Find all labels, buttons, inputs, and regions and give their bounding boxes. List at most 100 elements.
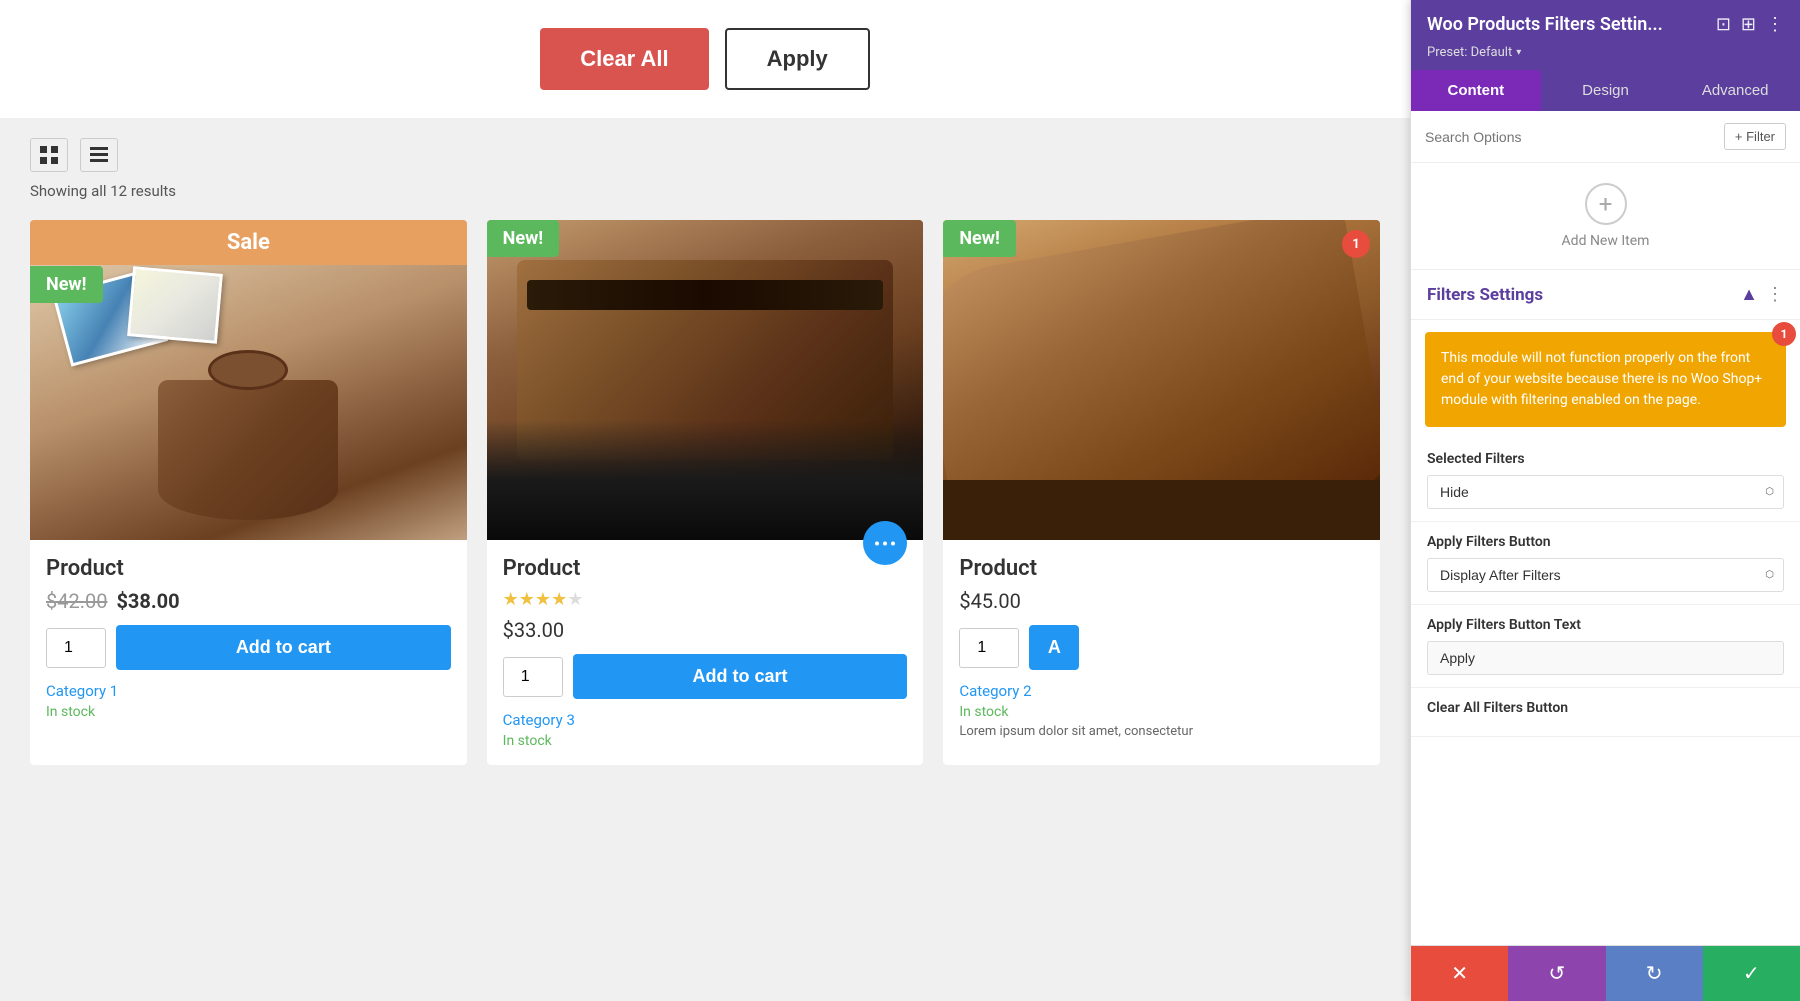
grid-icon [39, 145, 59, 165]
undo-button[interactable]: ↺ [1508, 946, 1605, 1001]
product-info: Product $42.00 $38.00 Add to cart Catego… [30, 540, 467, 736]
tab-design[interactable]: Design [1541, 70, 1671, 111]
product-stock: In stock [959, 704, 1364, 720]
warning-box: This module will not function properly o… [1425, 332, 1786, 427]
more-options-button[interactable] [863, 521, 907, 565]
panel-header-icons: ⊡ ⊞ ⋮ [1716, 14, 1784, 35]
price-new: $38.00 [116, 589, 179, 613]
section-more-icon[interactable]: ⋮ [1766, 284, 1784, 305]
apply-filters-text-field: Apply Filters Button Text [1411, 605, 1800, 688]
panel-body: + Add New Item Filters Settings ▲ ⋮ This… [1411, 163, 1800, 945]
tab-advanced[interactable]: Advanced [1670, 70, 1800, 111]
view-controls [30, 138, 1380, 172]
new-badge: New! [30, 266, 103, 303]
clear-all-filters-field: Clear All Filters Button [1411, 688, 1800, 737]
panel-title: Woo Products Filters Settin... [1427, 14, 1663, 35]
product-actions: Add to cart [46, 625, 451, 670]
selected-filters-select[interactable]: Hide Show [1427, 475, 1784, 509]
product-actions: A [959, 625, 1364, 670]
product-description: Lorem ipsum dolor sit amet, consectetur [959, 724, 1364, 739]
add-to-cart-button[interactable]: Add to cart [573, 654, 908, 699]
ellipsis-icon [875, 541, 895, 546]
product-actions: Add to cart [503, 654, 908, 699]
quantity-input[interactable] [959, 628, 1019, 668]
more-icon[interactable]: ⋮ [1766, 14, 1784, 35]
warning-badge: 1 [1772, 322, 1796, 346]
apply-filters-text-label: Apply Filters Button Text [1427, 617, 1784, 633]
new-badge: New! [943, 220, 1016, 257]
focus-icon[interactable]: ⊡ [1716, 14, 1731, 35]
main-content: Clear All Apply Showing all 12 [0, 0, 1410, 1001]
product-name: Product [503, 556, 908, 581]
product-name: Product [959, 556, 1364, 581]
product-name: Product [46, 556, 451, 581]
apply-button[interactable]: Apply [725, 28, 870, 90]
add-to-cart-button[interactable]: A [1029, 625, 1079, 670]
warning-text: This module will not function properly o… [1441, 350, 1762, 408]
notification-badge: 1 [1342, 230, 1370, 258]
search-options-bar: + Filter [1411, 111, 1800, 163]
product-image: Sale New! [30, 220, 467, 540]
quantity-input[interactable] [503, 657, 563, 697]
layout-icon[interactable]: ⊞ [1741, 14, 1756, 35]
products-grid: Sale New! Product [30, 220, 1380, 765]
panel-header: Woo Products Filters Settin... ⊡ ⊞ ⋮ Pre… [1411, 0, 1800, 70]
product-image: New! [487, 220, 924, 540]
quantity-input[interactable] [46, 628, 106, 668]
add-new-item-label: Add New Item [1562, 233, 1650, 249]
apply-filters-button-label: Apply Filters Button [1427, 534, 1784, 550]
tab-content[interactable]: Content [1411, 70, 1541, 111]
product-card: Sale New! Product [30, 220, 467, 765]
panel-footer: ✕ ↺ ↻ ✓ [1411, 945, 1800, 1001]
apply-filters-button-field: Apply Filters Button Display After Filte… [1411, 522, 1800, 605]
clear-all-button[interactable]: Clear All [540, 28, 708, 90]
selected-filters-field: Selected Filters Hide Show [1411, 439, 1800, 522]
save-button[interactable]: ✓ [1703, 946, 1800, 1001]
add-new-circle-icon: + [1585, 183, 1627, 225]
list-view-button[interactable] [80, 138, 118, 172]
panel-preset[interactable]: Preset: Default ▾ [1427, 45, 1784, 60]
redo-button[interactable]: ↻ [1606, 946, 1703, 1001]
products-section: Showing all 12 results Sale New! [0, 118, 1410, 785]
product-image: New! 1 [943, 220, 1380, 540]
apply-filters-button-select[interactable]: Display After Filters Always Show Hide [1427, 558, 1784, 592]
list-icon [89, 145, 109, 165]
apply-filters-select-wrapper: Display After Filters Always Show Hide [1427, 558, 1784, 592]
settings-panel: Woo Products Filters Settin... ⊡ ⊞ ⋮ Pre… [1410, 0, 1800, 1001]
grid-view-button[interactable] [30, 138, 68, 172]
section-header-icons: ▲ ⋮ [1740, 284, 1784, 305]
section-header: Filters Settings ▲ ⋮ [1411, 270, 1800, 320]
clear-all-filters-label: Clear All Filters Button [1427, 700, 1784, 716]
product-card: New! Product [487, 220, 924, 765]
product-stock: In stock [503, 733, 908, 749]
chevron-down-icon: ▾ [1516, 47, 1521, 58]
product-price: $33.00 [503, 618, 908, 642]
panel-title-row: Woo Products Filters Settin... ⊡ ⊞ ⋮ [1427, 14, 1784, 35]
selected-filters-select-wrapper: Hide Show [1427, 475, 1784, 509]
section-title: Filters Settings [1427, 285, 1543, 305]
collapse-icon[interactable]: ▲ [1740, 284, 1758, 305]
apply-filters-text-input[interactable] [1427, 641, 1784, 675]
product-category[interactable]: Category 3 [503, 711, 908, 729]
filters-settings-section: Filters Settings ▲ ⋮ This module will no… [1411, 269, 1800, 737]
price-old: $42.00 [46, 589, 107, 613]
delete-button[interactable]: ✕ [1411, 946, 1508, 1001]
product-category[interactable]: Category 2 [959, 682, 1364, 700]
new-badge: New! [487, 220, 560, 257]
product-stock: In stock [46, 704, 451, 720]
filter-button[interactable]: + Filter [1724, 123, 1786, 150]
product-stars: ★★★★★ [503, 589, 908, 610]
sale-badge: Sale [30, 220, 467, 265]
product-info: Product ★★★★★ $33.00 Add to cart Categor… [487, 540, 924, 765]
product-info: Product $45.00 A Category 2 In stock Lor… [943, 540, 1380, 755]
search-options-input[interactable] [1425, 129, 1716, 145]
panel-tabs: Content Design Advanced [1411, 70, 1800, 111]
add-new-item[interactable]: + Add New Item [1411, 163, 1800, 269]
product-price: $45.00 [959, 589, 1364, 613]
filter-bar: Clear All Apply [0, 0, 1410, 118]
product-price: $42.00 $38.00 [46, 589, 451, 613]
results-count: Showing all 12 results [30, 182, 1380, 200]
add-to-cart-button[interactable]: Add to cart [116, 625, 451, 670]
product-category[interactable]: Category 1 [46, 682, 451, 700]
selected-filters-label: Selected Filters [1427, 451, 1784, 467]
